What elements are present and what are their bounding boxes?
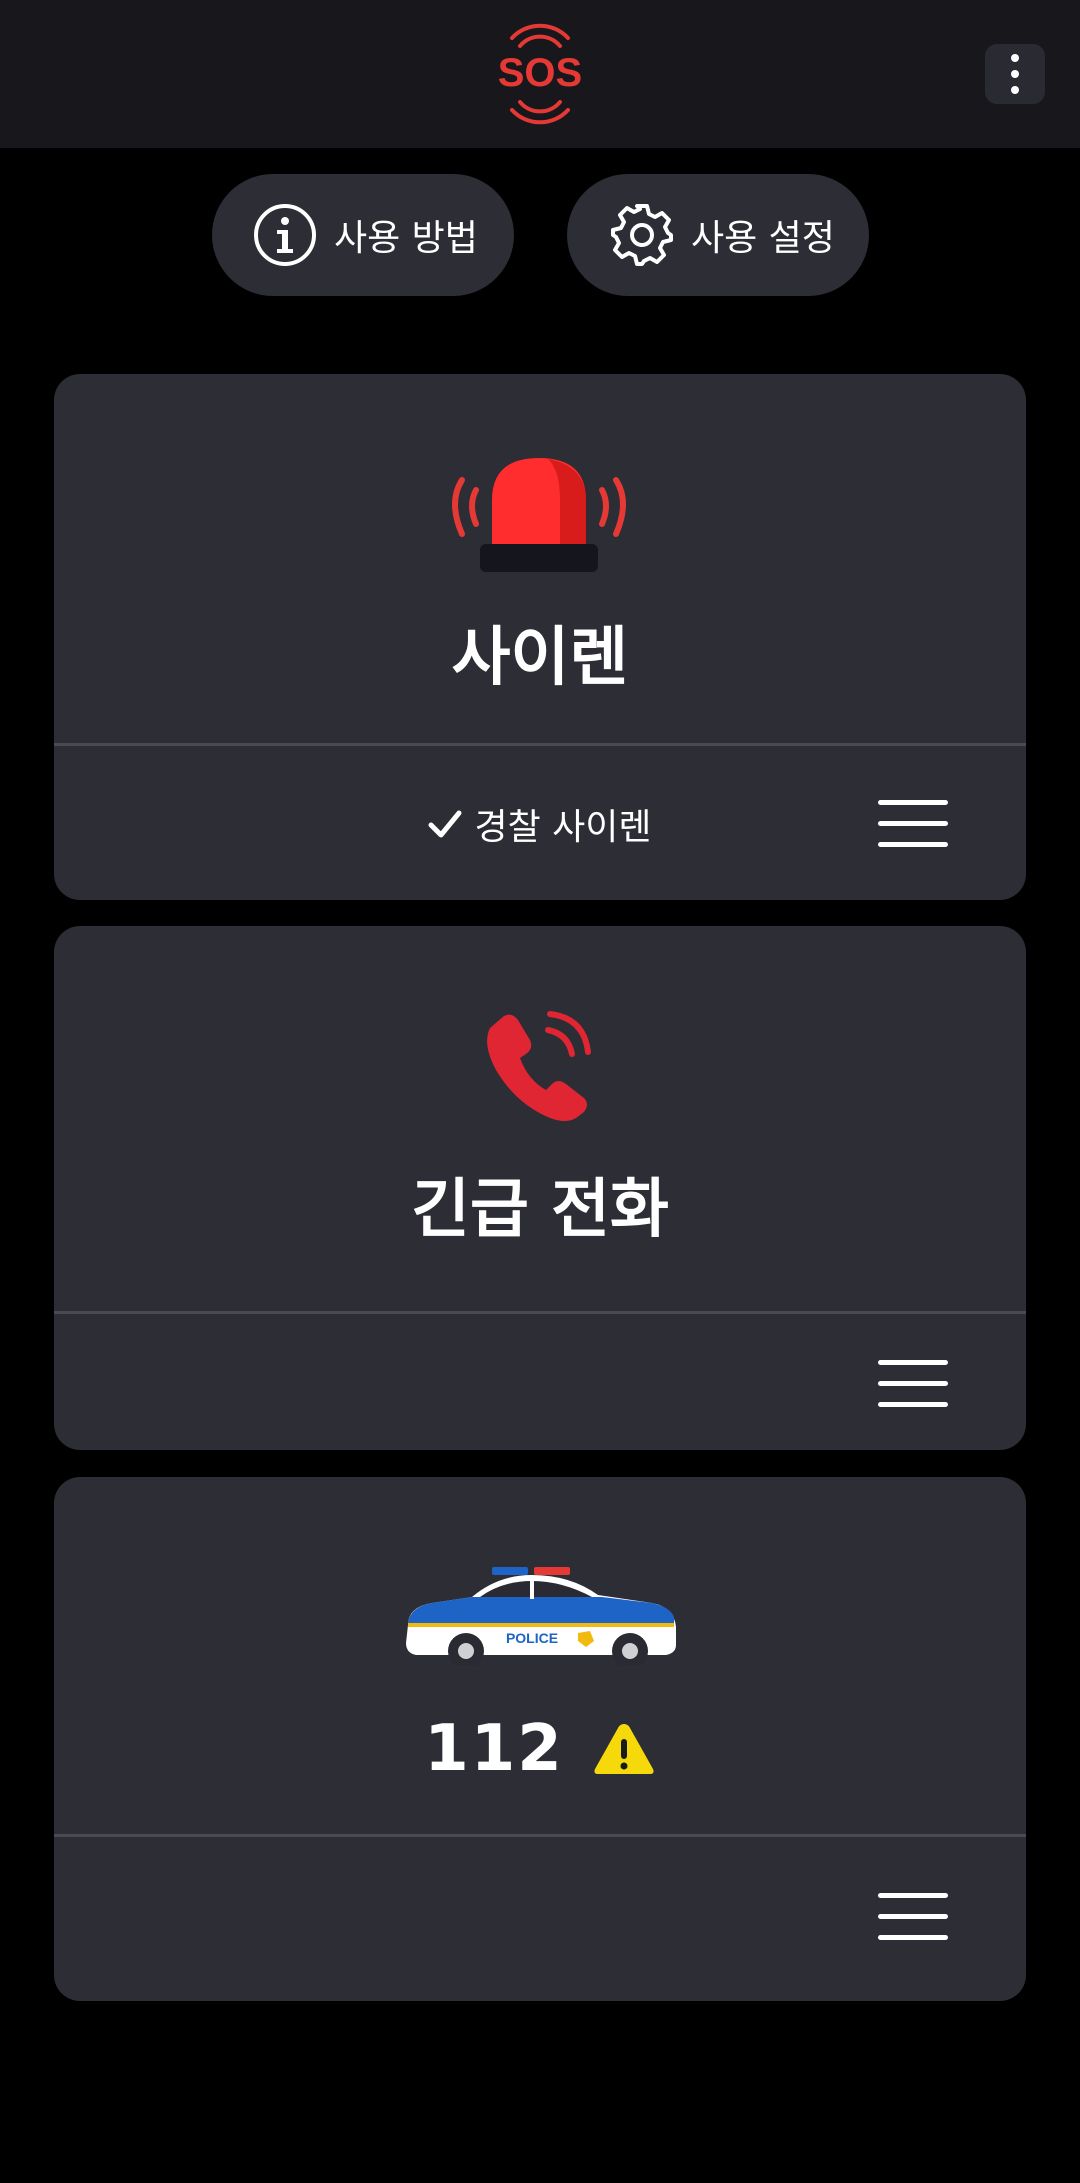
police-number-row: 112 (54, 1709, 1026, 1789)
emergency-call-list-button[interactable] (878, 1360, 948, 1408)
more-vertical-icon (1011, 54, 1019, 94)
selected-siren-label: 경찰 사이렌 (474, 807, 652, 848)
divider (54, 1834, 1026, 1837)
siren-title: 사이렌 (451, 621, 629, 695)
police-list-button[interactable] (878, 1893, 948, 1941)
settings-button[interactable]: 사용 설정 (567, 174, 869, 296)
gear-icon (611, 204, 673, 266)
check-icon (428, 810, 462, 838)
siren-icon (452, 458, 626, 572)
siren-card[interactable]: 사이렌 경찰 사이렌 (54, 374, 1026, 900)
divider (54, 743, 1026, 746)
svg-text:POLICE: POLICE (506, 1630, 558, 1646)
how-to-use-button[interactable]: 사용 방법 (212, 174, 514, 296)
settings-label: 사용 설정 (691, 218, 835, 259)
info-icon (254, 204, 316, 266)
more-options-button[interactable] (985, 44, 1045, 104)
sos-logo: SOS (498, 23, 582, 125)
emergency-call-card[interactable]: 긴급 전화 (54, 926, 1026, 1450)
police-car-icon: POLICE (406, 1567, 676, 1665)
emergency-call-title: 긴급 전화 (411, 1173, 669, 1247)
svg-text:SOS: SOS (498, 51, 582, 95)
police-card[interactable]: POLICE 112 (54, 1477, 1026, 2001)
divider (54, 1311, 1026, 1314)
warning-icon (594, 1724, 654, 1774)
siren-list-button[interactable] (878, 800, 948, 848)
how-to-use-label: 사용 방법 (334, 218, 478, 259)
top-bar: SOS (0, 0, 1080, 148)
police-number: 112 (424, 1712, 564, 1786)
phone-ringing-icon (487, 1011, 591, 1121)
